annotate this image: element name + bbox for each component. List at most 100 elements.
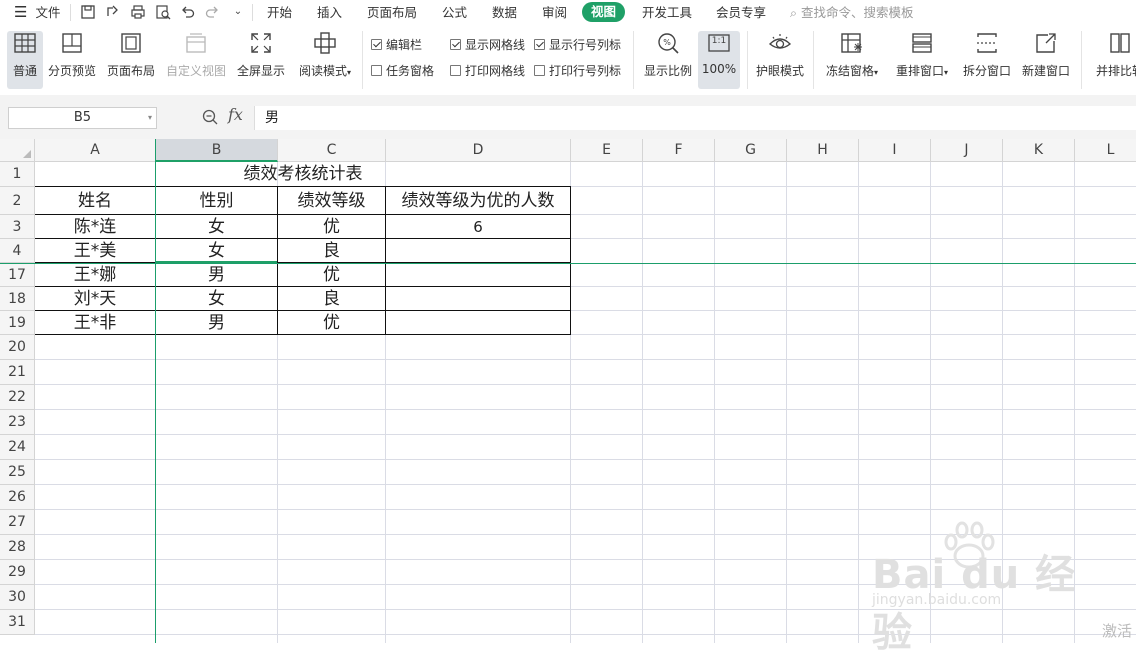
table-cell[interactable]: 女 (156, 239, 277, 261)
row-header-2[interactable]: 2 (0, 187, 35, 215)
column-header-j[interactable]: J (931, 139, 1003, 162)
table-cell[interactable]: 女 (156, 287, 277, 310)
tab-page-layout[interactable]: 页面布局 (367, 0, 417, 25)
table-cell[interactable]: 男 (156, 263, 277, 286)
table-cell[interactable]: 刘*天 (35, 287, 155, 310)
column-header-l[interactable]: L (1075, 139, 1136, 162)
row-header-28[interactable]: 28 (0, 535, 35, 560)
table-cell[interactable]: 良 (278, 287, 385, 310)
table-cell[interactable]: 良 (278, 239, 385, 262)
tab-review[interactable]: 审阅 (542, 0, 567, 25)
sheet-title[interactable]: 绩效考核统计表 (155, 162, 451, 186)
table-cell[interactable]: 王*娜 (35, 263, 155, 286)
row-header-24[interactable]: 24 (0, 435, 35, 460)
header-cell-name[interactable]: 姓名 (35, 187, 155, 214)
tab-developer[interactable]: 开发工具 (642, 0, 692, 25)
table-cell[interactable]: 6 (386, 215, 570, 238)
row-header-17[interactable]: 17 (0, 263, 35, 287)
tab-formulas[interactable]: 公式 (442, 0, 467, 25)
column-header-g[interactable]: G (715, 139, 787, 162)
tab-insert[interactable]: 插入 (317, 0, 342, 25)
file-menu[interactable]: ☰ 文件 (14, 0, 60, 25)
row-header-4[interactable]: 4 (0, 239, 35, 263)
table-cell[interactable] (386, 287, 570, 310)
row-header-30[interactable]: 30 (0, 585, 35, 610)
row-header-22[interactable]: 22 (0, 385, 35, 410)
row-header-18[interactable]: 18 (0, 287, 35, 311)
column-header-b[interactable]: B (156, 139, 278, 162)
print-icon[interactable] (130, 4, 146, 20)
save-icon[interactable] (80, 4, 96, 20)
zoom-button[interactable]: % 显示比例 (643, 31, 693, 83)
page-break-preview-button[interactable]: 分页预览 (48, 31, 96, 83)
show-headings-checkbox[interactable]: 显示行号列标 (534, 37, 621, 53)
column-header-c[interactable]: C (278, 139, 386, 162)
name-box[interactable]: B5 ▾ (8, 107, 157, 129)
insert-function-icon[interactable]: fx (228, 105, 243, 124)
reading-mode-button[interactable]: 阅读模式▾ (296, 31, 354, 83)
column-header-e[interactable]: E (571, 139, 643, 162)
table-cell[interactable]: 王*非 (35, 311, 155, 334)
undo-icon[interactable] (180, 4, 196, 20)
row-header-19[interactable]: 19 (0, 311, 35, 335)
arrange-windows-button[interactable]: 重排窗口▾ (893, 31, 951, 83)
column-header-k[interactable]: K (1003, 139, 1075, 162)
row-header-25[interactable]: 25 (0, 460, 35, 485)
table-cell[interactable]: 女 (156, 215, 277, 238)
redo-icon[interactable] (204, 4, 220, 20)
row-header-29[interactable]: 29 (0, 560, 35, 585)
side-by-side-button[interactable]: 并排比较 (1090, 31, 1136, 83)
normal-view-button[interactable]: 普通 (7, 31, 43, 89)
print-headings-checkbox[interactable]: 打印行号列标 (534, 63, 621, 79)
column-header-i[interactable]: I (859, 139, 931, 162)
show-gridlines-checkbox[interactable]: 显示网格线 (450, 37, 525, 53)
zoom-formula-icon[interactable] (201, 108, 219, 126)
select-all-corner[interactable] (0, 139, 35, 162)
header-cell-excellent-count[interactable]: 绩效等级为优的人数 (386, 187, 570, 214)
row-header-23[interactable]: 23 (0, 410, 35, 435)
fullscreen-button[interactable]: 全屏显示 (237, 31, 285, 83)
print-preview-icon[interactable] (155, 4, 171, 20)
tab-data[interactable]: 数据 (492, 0, 517, 25)
row-header-20[interactable]: 20 (0, 335, 35, 360)
gridline (714, 162, 715, 643)
table-cell[interactable]: 陈*连 (35, 215, 155, 238)
row-header-27[interactable]: 27 (0, 510, 35, 535)
table-cell[interactable] (386, 239, 570, 262)
tab-member[interactable]: 会员专享 (716, 0, 766, 25)
header-cell-gender[interactable]: 性别 (156, 187, 277, 214)
row-header-3[interactable]: 3 (0, 215, 35, 239)
page-layout-view-button[interactable]: 页面布局 (107, 31, 155, 83)
table-cell[interactable]: 优 (278, 263, 385, 286)
table-cell[interactable]: 王*美 (35, 239, 155, 262)
task-pane-checkbox[interactable]: 任务窗格 (371, 63, 434, 79)
tab-view[interactable]: 视图 (582, 2, 626, 22)
row-header-1[interactable]: 1 (0, 162, 35, 187)
chevron-down-icon[interactable]: ⌄ (230, 4, 246, 20)
row-header-21[interactable]: 21 (0, 360, 35, 385)
search-box[interactable]: ⌕ 查找命令、搜索模板 (790, 0, 914, 25)
freeze-panes-button[interactable]: 冻结窗格▾ (823, 31, 881, 83)
row-header-26[interactable]: 26 (0, 485, 35, 510)
tab-home[interactable]: 开始 (267, 0, 292, 25)
formula-bar-checkbox[interactable]: 编辑栏 (371, 37, 422, 53)
column-header-d[interactable]: D (386, 139, 571, 162)
table-cell[interactable]: 优 (278, 311, 385, 334)
zoom-100-button[interactable]: 1:1 100% (698, 31, 740, 89)
print-gridlines-checkbox[interactable]: 打印网格线 (450, 63, 525, 79)
eye-protection-button[interactable]: 护眼模式 (755, 31, 805, 83)
split-window-button[interactable]: 拆分窗口 (962, 31, 1012, 83)
table-cell[interactable] (386, 311, 570, 334)
column-header-a[interactable]: A (35, 139, 156, 162)
table-cell[interactable] (386, 263, 570, 286)
column-header-f[interactable]: F (643, 139, 715, 162)
custom-view-button[interactable]: 自定义视图 (166, 31, 226, 83)
new-window-button[interactable]: 新建窗口 (1021, 31, 1071, 83)
row-header-31[interactable]: 31 (0, 610, 35, 635)
table-cell[interactable]: 男 (156, 311, 277, 334)
table-cell[interactable]: 优 (278, 215, 385, 238)
column-header-h[interactable]: H (787, 139, 859, 162)
export-icon[interactable] (105, 4, 121, 20)
header-cell-grade[interactable]: 绩效等级 (278, 187, 385, 214)
formula-input[interactable]: 男 (254, 106, 1136, 130)
